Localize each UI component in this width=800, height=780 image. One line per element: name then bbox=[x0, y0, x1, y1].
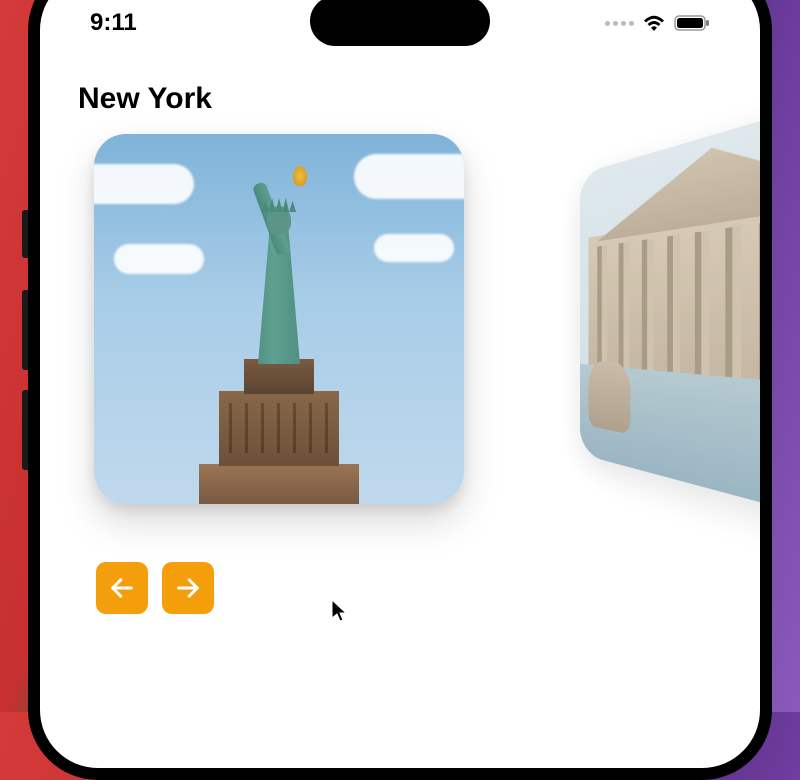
dynamic-island bbox=[310, 0, 490, 46]
cellular-icon bbox=[605, 21, 634, 26]
phone-frame: 9:11 New bbox=[28, 0, 772, 780]
carousel-card-next[interactable] bbox=[580, 69, 760, 550]
arrow-left-icon bbox=[108, 574, 136, 602]
content-area: New York bbox=[76, 82, 760, 614]
next-button[interactable] bbox=[162, 562, 214, 614]
phone-screen: 9:11 New bbox=[40, 0, 760, 768]
prev-button[interactable] bbox=[96, 562, 148, 614]
battery-icon bbox=[674, 14, 710, 32]
carousel-nav bbox=[96, 562, 760, 614]
status-time: 9:11 bbox=[90, 9, 137, 37]
wifi-icon bbox=[642, 14, 666, 32]
status-indicators bbox=[605, 14, 710, 32]
cursor-icon bbox=[330, 598, 350, 629]
pantheon-illustration bbox=[580, 69, 760, 550]
carousel-card-main[interactable] bbox=[94, 134, 464, 504]
carousel[interactable] bbox=[76, 134, 760, 534]
statue-of-liberty-illustration bbox=[179, 164, 379, 504]
arrow-right-icon bbox=[174, 574, 202, 602]
page-title: New York bbox=[78, 82, 760, 116]
